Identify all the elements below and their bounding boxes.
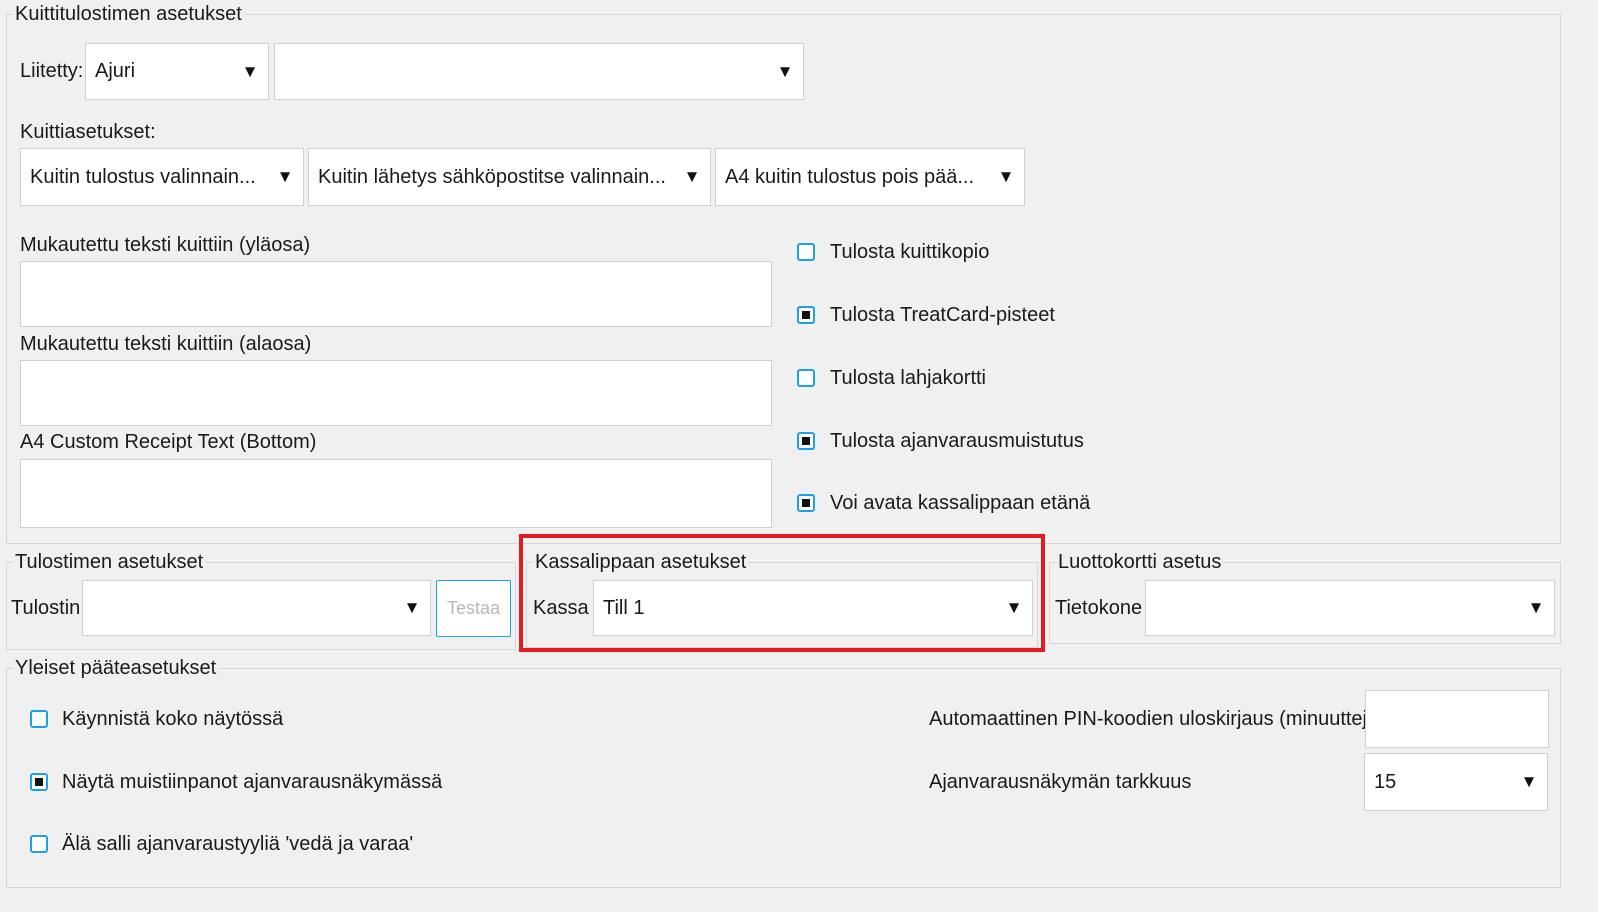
receipt-settings-label: Kuittiasetukset: (20, 121, 156, 143)
print-giftcard-label: Tulosta lahjakortti (830, 367, 986, 389)
chevron-down-icon: ▼ (276, 167, 294, 186)
credit-card-title: Luottokortti asetus (1056, 551, 1224, 573)
chevron-down-icon: ▼ (997, 167, 1015, 186)
show-notes-label: Näytä muistiinpanot ajanvarausnäkymässä (62, 771, 443, 793)
general-settings-title: Yleiset pääteasetukset (13, 657, 219, 679)
printer-dropdown[interactable]: ▼ (82, 580, 431, 636)
disable-drag-book-checkbox[interactable] (30, 835, 48, 853)
chevron-down-icon: ▼ (1520, 772, 1538, 791)
granularity-dropdown[interactable]: 15 ▼ (1364, 753, 1548, 811)
custom-bottom-label: Mukautettu teksti kuittiin (alaosa) (20, 333, 312, 355)
remote-drawer-label: Voi avata kassalippaan etänä (830, 492, 1091, 514)
print-receipt-copy-checkbox[interactable] (797, 243, 815, 261)
printer-settings-title: Tulostimen asetukset (13, 551, 206, 573)
chevron-down-icon: ▼ (403, 598, 421, 617)
granularity-value: 15 (1374, 770, 1397, 793)
computer-label: Tietokone (1055, 597, 1143, 619)
chevron-down-icon: ▼ (241, 61, 259, 81)
connection-type-value: Ajuri (95, 60, 136, 82)
chevron-down-icon: ▼ (776, 61, 794, 81)
granularity-label: Ajanvarausnäkymän tarkkuus (929, 771, 1192, 793)
disable-drag-book-label: Älä salli ajanvaraustyyliä 'vedä ja vara… (62, 833, 414, 855)
receipt-email-dropdown[interactable]: Kuitin lähetys sähköpostitse valinnain..… (308, 148, 711, 206)
test-printer-button[interactable]: Testaa (436, 580, 511, 637)
print-receipt-copy-label: Tulosta kuittikopio (830, 241, 990, 263)
a4-receipt-value: A4 kuitin tulostus pois pää... (725, 165, 975, 188)
pin-logout-label: Automaattinen PIN-koodien uloskirjaus (m… (929, 708, 1385, 730)
custom-top-textarea[interactable] (20, 261, 772, 327)
print-reminder-checkbox[interactable] (797, 432, 815, 450)
a4-custom-label: A4 Custom Receipt Text (Bottom) (20, 431, 317, 453)
computer-dropdown[interactable]: ▼ (1145, 580, 1555, 636)
print-giftcard-checkbox[interactable] (797, 369, 815, 387)
fullscreen-checkbox[interactable] (30, 710, 48, 728)
chevron-down-icon: ▼ (683, 167, 701, 186)
print-reminder-label: Tulosta ajanvarausmuistutus (830, 430, 1084, 452)
receipt-print-dropdown[interactable]: Kuitin tulostus valinnain... ▼ (20, 148, 304, 206)
till-label: Kassa (533, 597, 589, 619)
receipt-print-value: Kuitin tulostus valinnain... (30, 165, 256, 188)
connection-detail-dropdown[interactable]: ▼ (274, 43, 804, 100)
receipt-printer-title: Kuittitulostimen asetukset (13, 3, 244, 25)
fullscreen-label: Käynnistä koko näytössä (62, 708, 284, 730)
a4-custom-textarea[interactable] (20, 459, 772, 528)
chevron-down-icon: ▼ (1527, 598, 1545, 617)
custom-bottom-textarea[interactable] (20, 360, 772, 426)
printer-label: Tulostin (11, 597, 81, 619)
chevron-down-icon: ▼ (1005, 598, 1023, 617)
remote-drawer-checkbox[interactable] (797, 494, 815, 512)
pin-logout-input[interactable] (1365, 690, 1549, 748)
receipt-email-value: Kuitin lähetys sähköpostitse valinnain..… (318, 165, 666, 188)
connected-label: Liitetty: (20, 60, 84, 82)
till-dropdown[interactable]: Till 1 ▼ (593, 580, 1033, 636)
a4-receipt-dropdown[interactable]: A4 kuitin tulostus pois pää... ▼ (715, 148, 1025, 206)
cash-drawer-title: Kassalippaan asetukset (533, 551, 749, 573)
show-notes-checkbox[interactable] (30, 773, 48, 791)
print-treatcard-checkbox[interactable] (797, 306, 815, 324)
print-treatcard-label: Tulosta TreatCard-pisteet (830, 304, 1055, 326)
till-value: Till 1 (603, 596, 645, 619)
custom-top-label: Mukautettu teksti kuittiin (yläosa) (20, 234, 311, 256)
connection-type-dropdown[interactable]: Ajuri ▼ (85, 43, 269, 100)
